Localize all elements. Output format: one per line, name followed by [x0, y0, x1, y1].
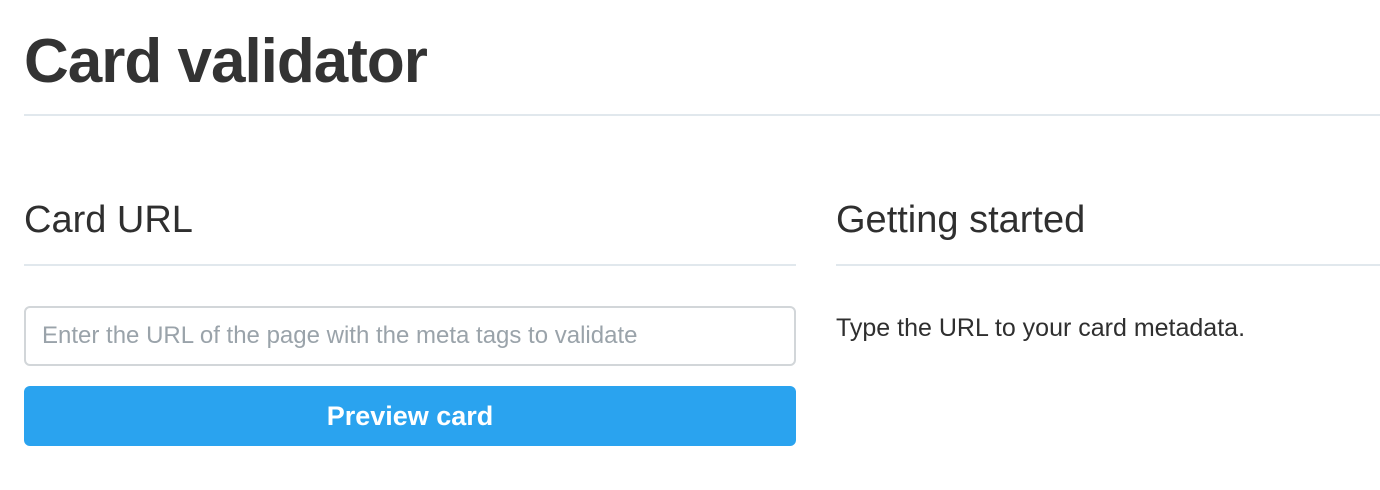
page-title: Card validator — [24, 27, 428, 96]
card-validator-page: Card validator Card URL Preview card Get… — [0, 0, 1380, 490]
getting-started-heading: Getting started — [836, 199, 1086, 241]
getting-started-divider — [836, 264, 1380, 266]
preview-card-button[interactable]: Preview card — [24, 386, 796, 446]
title-divider — [24, 114, 1380, 116]
card-url-heading: Card URL — [24, 199, 193, 241]
card-url-input[interactable] — [24, 306, 796, 366]
card-url-divider — [24, 264, 796, 266]
getting-started-text: Type the URL to your card metadata. — [836, 314, 1246, 342]
